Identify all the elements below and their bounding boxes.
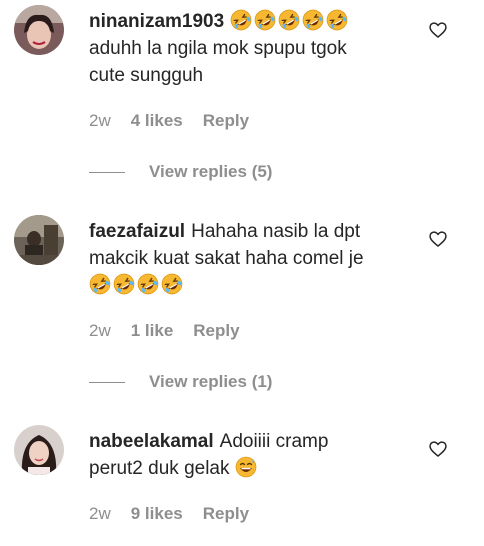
rofl-emoji	[230, 9, 252, 31]
comment-age: 2w	[89, 111, 111, 130]
avatar[interactable]	[14, 5, 64, 55]
view-replies-button[interactable]: View replies (5)	[89, 162, 272, 182]
comment-username[interactable]: nabeelakamal	[89, 431, 214, 452]
divider-line	[89, 381, 125, 383]
rofl-emoji	[137, 273, 159, 295]
avatar[interactable]	[14, 425, 64, 475]
comment-username[interactable]: ninanizam1903	[89, 11, 224, 32]
rofl-emoji	[161, 273, 183, 295]
grinning-sweat-emoji	[235, 456, 257, 478]
emoji-group	[230, 11, 350, 32]
heart-outline-icon[interactable]	[428, 229, 448, 249]
comment-age: 2w	[89, 321, 111, 340]
rofl-emoji	[254, 9, 276, 31]
heart-outline-icon[interactable]	[428, 20, 448, 40]
comment-text: cute sungguh	[89, 65, 204, 86]
emoji-group	[89, 275, 185, 296]
comment-likes[interactable]: 9 likes	[131, 504, 183, 524]
comment-likes[interactable]: 1 like	[131, 321, 174, 341]
comment-text: Hahaha nasib la dpt	[191, 221, 361, 242]
rofl-emoji	[302, 9, 324, 31]
rofl-emoji	[113, 273, 135, 295]
rofl-emoji	[89, 273, 111, 295]
comment-username[interactable]: faezafaizul	[89, 221, 185, 242]
view-replies-button[interactable]: View replies (1)	[89, 372, 272, 392]
comment-text: Adoiiii cramp	[219, 431, 329, 452]
view-replies-label: View replies (1)	[149, 372, 273, 391]
avatar[interactable]	[14, 215, 64, 265]
comment-text: perut2 duk gelak	[89, 458, 230, 479]
comment-text: aduhh la ngila mok spupu tgok	[89, 38, 347, 59]
divider-line	[89, 171, 125, 173]
view-replies-label: View replies (5)	[149, 162, 273, 181]
comment-likes[interactable]: 4 likes	[131, 111, 183, 131]
reply-button[interactable]: Reply	[203, 111, 249, 131]
comment-age: 2w	[89, 504, 111, 523]
comment-text: makcik kuat sakat haha comel je	[89, 248, 364, 269]
rofl-emoji	[326, 9, 348, 31]
rofl-emoji	[278, 9, 300, 31]
heart-outline-icon[interactable]	[428, 439, 448, 459]
reply-button[interactable]: Reply	[193, 321, 239, 341]
reply-button[interactable]: Reply	[203, 504, 249, 524]
